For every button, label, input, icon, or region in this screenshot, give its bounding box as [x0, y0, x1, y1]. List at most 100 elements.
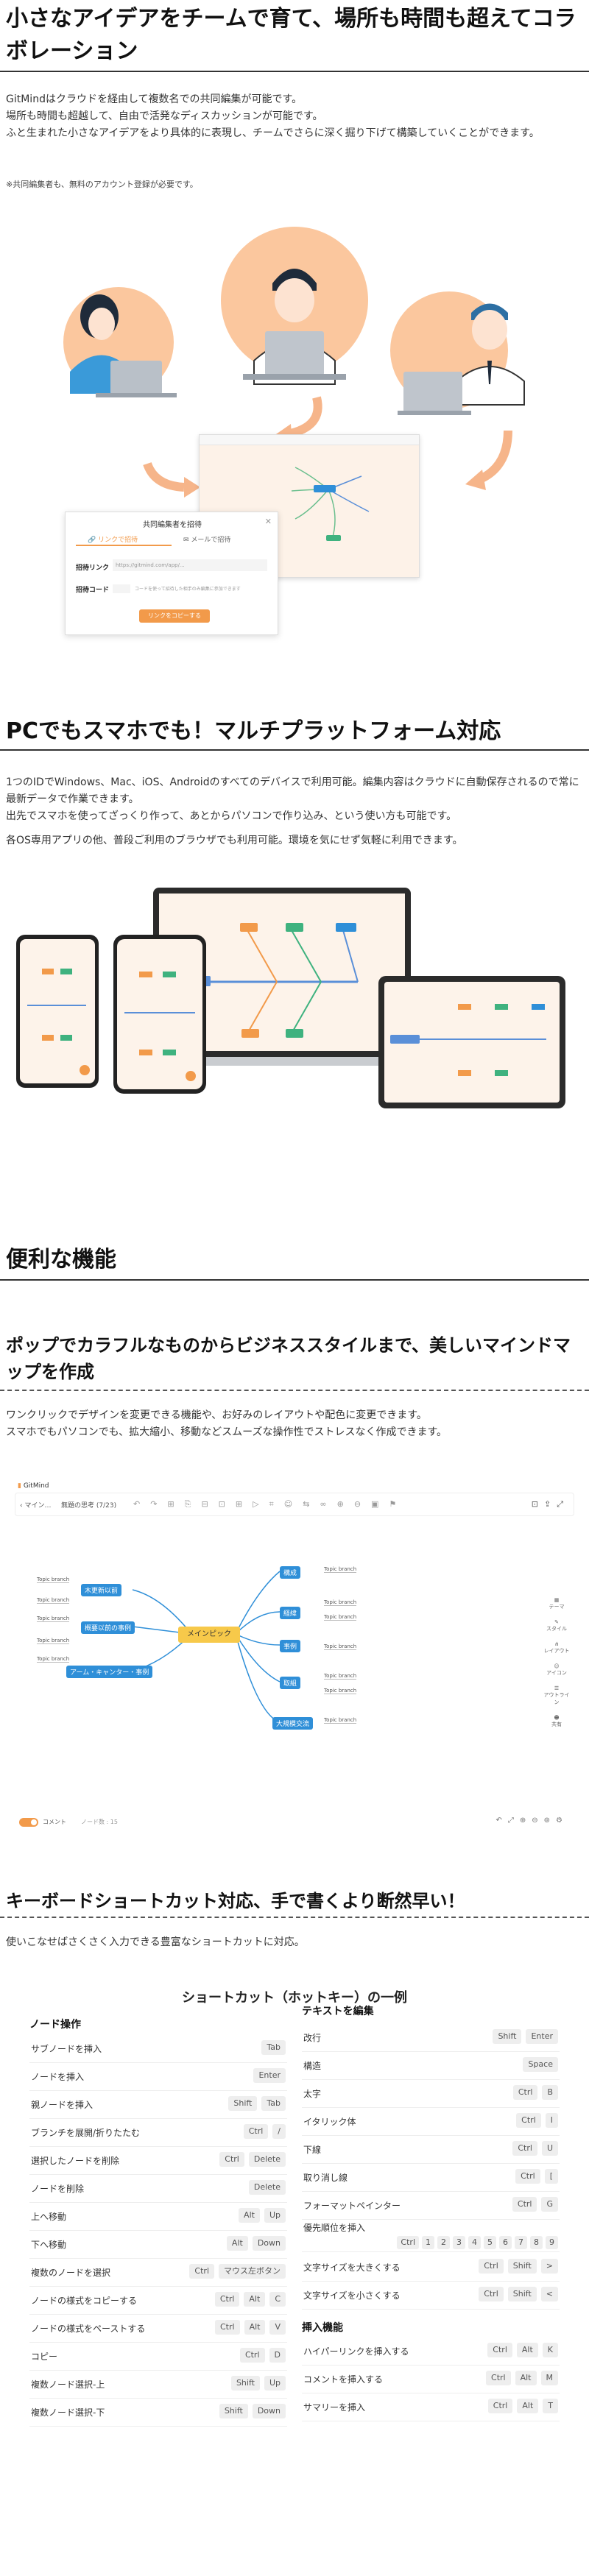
copy-link-button[interactable]: リンクをコピーする — [139, 609, 210, 623]
topic-branch[interactable]: Topic branch — [324, 1599, 357, 1606]
key-cap: Shift — [219, 2404, 248, 2418]
shortcut-keys: Space — [523, 2057, 558, 2072]
right-node-2[interactable]: 経緯 — [280, 1607, 301, 1619]
app-brand-label: GitMind — [23, 1482, 49, 1490]
key-cap: Alt — [516, 2343, 538, 2357]
topic-branch[interactable]: Topic branch — [324, 1717, 357, 1724]
tool-outline[interactable]: ☰ アウトライン — [542, 1685, 571, 1706]
shortcut-label: ノードを削除 — [31, 2184, 85, 2194]
shortcut-label: コメントを挿入する — [303, 2374, 384, 2385]
shortcut-keys: Ctrl Alt M — [486, 2371, 558, 2385]
topic-branch[interactable]: Topic branch — [324, 1673, 357, 1680]
topic-branch[interactable]: Topic branch — [37, 1638, 70, 1644]
topic-branch[interactable]: Topic branch — [37, 1597, 70, 1604]
tool-style[interactable]: ✎ スタイル — [542, 1619, 571, 1632]
theme-icon: ▦ — [554, 1597, 560, 1603]
phone-center — [113, 935, 206, 1094]
right-node-4[interactable]: 取組 — [280, 1677, 301, 1689]
feature2-paragraph: 使いこなせばさくさく入力できる豊富なショートカットに対応。 — [6, 1936, 305, 1948]
key-cap: Alt — [244, 2320, 266, 2335]
topic-branch[interactable]: Topic branch — [37, 1616, 70, 1622]
key-cap: Ctrl — [512, 2197, 537, 2212]
insert-category: 挿入機能 — [302, 2322, 343, 2334]
tab-invite-email[interactable]: ✉ メールで招待 — [183, 534, 230, 544]
close-icon[interactable]: ✕ — [265, 517, 272, 526]
toolbar-icons[interactable]: ↶↷⊞⎘⊟⊡⊞▷⌗☺⇆∞⊕⊖▣⚑ — [133, 1499, 406, 1510]
shortcut-keys: Ctrl Shift > — [479, 2259, 558, 2274]
shortcut-row: 親ノードを挿入 Shift Tab — [29, 2091, 287, 2119]
tool-layout[interactable]: ⋔ レイアウト — [542, 1641, 571, 1655]
shortcut-row: フォーマットペインター Ctrl G — [302, 2192, 560, 2220]
right-node-1[interactable]: 構成 — [280, 1566, 301, 1579]
style-icon: ✎ — [554, 1619, 559, 1625]
key-cap: C — [269, 2292, 286, 2307]
shortcut-row: 改行 Shift Enter — [302, 2024, 560, 2052]
toolbar-right-icons[interactable]: ⊡⇪⤢ — [532, 1499, 569, 1510]
app-mindmap-lines — [132, 1571, 281, 1723]
key-cap: Tab — [261, 2096, 286, 2111]
key-cap: Tab — [261, 2040, 286, 2055]
key-cap: Ctrl — [219, 2152, 244, 2167]
topic-branch[interactable]: Topic branch — [324, 1688, 357, 1694]
mail-icon: ✉ — [183, 537, 189, 544]
left-node-2[interactable]: 概要以前の事例 — [81, 1621, 135, 1634]
shortcut-label: サマリーを挿入 — [303, 2402, 366, 2413]
para-line: スマホでもパソコンでも、拡大縮小、移動などスムーズな操作性でストレスなく作成でき… — [6, 1426, 448, 1438]
key-cap: Alt — [517, 2399, 539, 2413]
tool-theme[interactable]: ▦ テーマ — [542, 1597, 571, 1610]
para-line: ワンクリックでデザインを変更できる機能や、お好みのレイアウトや配色に変更できます… — [6, 1409, 427, 1421]
key-cap: Shift — [228, 2096, 258, 2111]
zoom-controls[interactable]: ↶⤢⊕⊖⊚⚙ — [496, 1816, 568, 1825]
shortcut-label: 複数のノードを選択 — [31, 2268, 111, 2278]
comment-toggle[interactable] — [19, 1818, 38, 1827]
key-cap: Ctrl — [214, 2292, 240, 2307]
shortcut-label: 下へ移動 — [31, 2240, 67, 2250]
right-node-3[interactable]: 事例 — [280, 1640, 301, 1652]
shortcut-row: サマリーを挿入 Ctrl Alt T — [302, 2393, 560, 2421]
right-node-5[interactable]: 大規模交流 — [272, 1717, 314, 1730]
topic-branch[interactable]: Topic branch — [324, 1614, 357, 1621]
shortcut-label: ノードを挿入 — [31, 2072, 85, 2082]
left-node-1[interactable]: 木更新以前 — [81, 1584, 122, 1596]
key-cap: Shift — [493, 2029, 522, 2044]
left-node-3[interactable]: アーム・キャンター・事例 — [66, 1666, 153, 1678]
section2-paragraph: 1つのIDでWindows、Mac、iOS、Androidのすべてのデバイスで利… — [6, 774, 583, 849]
invite-code-toggle[interactable] — [113, 584, 130, 593]
key-cap: V — [269, 2320, 286, 2335]
invite-link-field[interactable]: https://gitmind.com/app/... — [113, 559, 267, 571]
app-window: ▮ GitMind ‹ マイン… 無題の思考 (7/23) ↶↷⊞⎘⊟⊡⊞▷⌗☺… — [15, 1479, 574, 1834]
tab-invite-link[interactable]: 🔗 リンクで招待 — [88, 534, 138, 544]
tool-label: アイコン — [546, 1670, 567, 1676]
para-line: ふと生まれた小さなアイデアをより具体的に表現し、チームでさらに深く掘り下げて構築… — [6, 127, 540, 139]
shortcut-keys: Delete — [248, 2180, 286, 2195]
key-cap: Ctrl — [479, 2287, 504, 2301]
shortcut-row: サブノードを挿入 Tab — [29, 2035, 287, 2063]
tool-icon[interactable]: ☺ アイコン — [542, 1663, 571, 1677]
shortcut-row-priority: 優先順位を挿入 Ctrl 1 2 3 4 5 6 7 8 9 — [302, 2220, 560, 2252]
invite-code-hint: コードを使って招待した相手のみ編集に参加できます — [135, 587, 241, 592]
key-cap: 5 — [484, 2236, 496, 2249]
back-button[interactable]: ‹ マイン… — [20, 1500, 51, 1510]
topic-branch[interactable]: Topic branch — [37, 1577, 70, 1583]
key-cap: Ctrl — [189, 2264, 214, 2279]
link-icon: 🔗 — [88, 537, 96, 544]
center-topic[interactable]: メインピック — [178, 1627, 240, 1643]
key-cap: Ctrl — [512, 2141, 537, 2156]
shortcut-label: ハイパーリンクを挿入する — [303, 2346, 409, 2357]
tool-share[interactable]: ☻ 共有 — [542, 1715, 571, 1728]
section1-paragraph: GitMindはクラウドを経由して複数名での共同編集が可能です。 場所も時間も超… — [6, 91, 583, 142]
para-line: 出先でスマホを使ってざっくり作って、あとからパソコンで作り込み、という使い方も可… — [6, 810, 457, 822]
shortcut-keys: Alt Up — [239, 2208, 286, 2223]
topic-branch[interactable]: Topic branch — [324, 1566, 357, 1573]
key-cap: Up — [264, 2376, 286, 2391]
shortcut-keys: Ctrl 1 2 3 4 5 6 7 8 9 — [397, 2236, 558, 2249]
topic-branch[interactable]: Topic branch — [324, 1643, 357, 1650]
key-cap: D — [269, 2348, 286, 2363]
shortcut-keys: Ctrl マウス左ボタン — [189, 2264, 286, 2279]
topic-branch[interactable]: Topic branch — [37, 1656, 70, 1663]
shortcut-label: 複数ノード選択-上 — [31, 2379, 105, 2390]
key-cap: Shift — [507, 2259, 537, 2274]
doc-title[interactable]: 無題の思考 (7/23) — [61, 1500, 116, 1510]
shortcut-keys: Ctrl B — [512, 2085, 558, 2100]
text-category: テキストを編集 — [302, 2006, 374, 2017]
